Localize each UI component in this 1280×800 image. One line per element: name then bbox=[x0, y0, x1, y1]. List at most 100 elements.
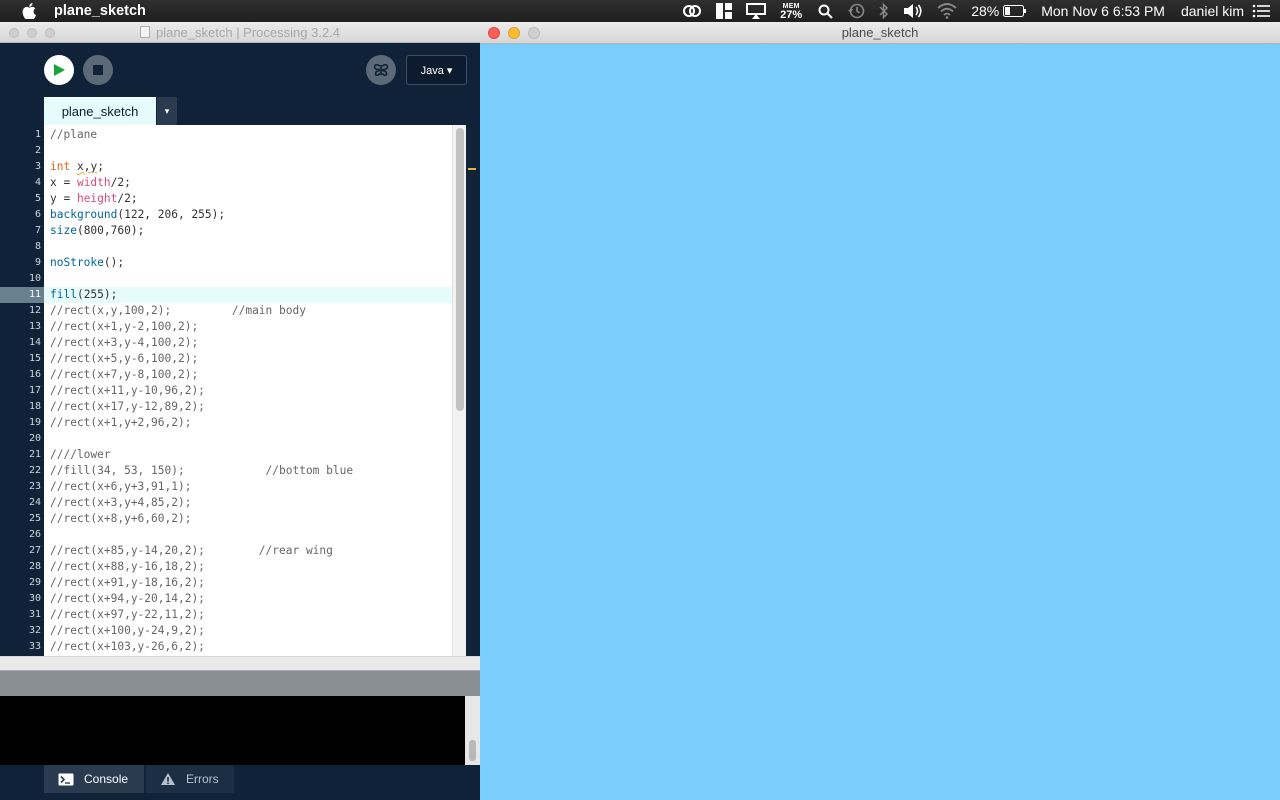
line-number: 29 bbox=[28, 577, 41, 588]
mode-selector[interactable]: Java ▾ bbox=[406, 55, 467, 85]
zoom-window-button[interactable] bbox=[45, 28, 55, 38]
stop-button[interactable] bbox=[83, 55, 113, 85]
code-line[interactable]: //rect(x+91,y-18,16,2); bbox=[44, 575, 452, 591]
code-line[interactable]: y = height/2; bbox=[44, 191, 452, 207]
run-button[interactable] bbox=[44, 55, 74, 85]
code-token: ; bbox=[97, 160, 104, 173]
line-number: 5 bbox=[34, 193, 41, 204]
code-line[interactable] bbox=[44, 239, 452, 255]
close-sketch-button[interactable] bbox=[488, 27, 500, 39]
console-scroll-thumb[interactable] bbox=[469, 740, 476, 761]
editor-horizontal-scrollbar[interactable] bbox=[0, 656, 480, 670]
code-line[interactable]: //rect(x+11,y-10,96,2); bbox=[44, 383, 452, 399]
code-line[interactable]: int x,y; bbox=[44, 159, 452, 175]
code-line[interactable]: x = width/2; bbox=[44, 175, 452, 191]
menu-clock[interactable]: Mon Nov 6 6:53 PM bbox=[1041, 3, 1165, 19]
code-line[interactable]: //rect(x+88,y-16,18,2); bbox=[44, 559, 452, 575]
code-line[interactable] bbox=[44, 527, 452, 543]
battery-icon[interactable] bbox=[1003, 0, 1027, 22]
code-line[interactable]: //rect(x+3,y-4,100,2); bbox=[44, 335, 452, 351]
line-number: 10 bbox=[28, 273, 41, 284]
warning-marker[interactable] bbox=[468, 168, 476, 170]
error-marker-column bbox=[466, 125, 480, 656]
code-line[interactable]: size(800,760); bbox=[44, 223, 452, 239]
code-line[interactable]: //rect(x+8,y+6,60,2); bbox=[44, 511, 452, 527]
notification-center-icon[interactable] bbox=[1252, 0, 1270, 22]
code-editor[interactable]: 1 2 3 4 5 6 7 8 9 10 11 12 13 14 15 16 17 18 19 20 21 22 23 24 2… bbox=[0, 125, 480, 656]
bottom-panel-tabs: Console Errors bbox=[0, 765, 480, 800]
code-line[interactable]: //rect(x+103,y-26,6,2); bbox=[44, 639, 452, 655]
sketch-canvas[interactable] bbox=[480, 44, 1280, 800]
code-line[interactable]: //rect(x+5,y-6,100,2); bbox=[44, 351, 452, 367]
processing-ide-window: plane_sketch | Processing 3.2.4 Java ▾ p… bbox=[0, 22, 480, 800]
code-line[interactable] bbox=[44, 143, 452, 159]
tab-console[interactable]: Console bbox=[44, 765, 144, 793]
ide-title-bar[interactable]: plane_sketch | Processing 3.2.4 bbox=[0, 22, 480, 43]
code-token: //rect(x+103,y-26,6,2); bbox=[50, 640, 205, 653]
code-token: background bbox=[50, 208, 118, 221]
close-window-button[interactable] bbox=[9, 28, 19, 38]
code-line[interactable]: //rect(x+85,y-14,20,2); //rear wing bbox=[44, 543, 452, 559]
code-line[interactable]: //rect(x+100,y-24,9,2); bbox=[44, 623, 452, 639]
code-line[interactable]: //rect(x+94,y-20,14,2); bbox=[44, 591, 452, 607]
console-output[interactable] bbox=[0, 696, 480, 765]
code-line[interactable]: //rect(x+1,y-2,100,2); bbox=[44, 319, 452, 335]
code-line[interactable]: //rect(x+7,y-8,100,2); bbox=[44, 367, 452, 383]
code-line[interactable]: fill(255); bbox=[44, 287, 452, 303]
code-line[interactable]: //fill(34, 53, 150); //bottom blue bbox=[44, 463, 452, 479]
user-name[interactable]: daniel kim bbox=[1181, 3, 1244, 19]
tab-plane-sketch[interactable]: plane_sketch bbox=[44, 97, 156, 125]
creative-cloud-icon[interactable] bbox=[682, 0, 702, 22]
tab-menu-arrow[interactable]: ▾ bbox=[157, 97, 177, 125]
code-text-area[interactable]: //plane int x,y; x = width/2; y = height/2;… bbox=[44, 125, 452, 656]
line-number: 4 bbox=[34, 177, 41, 188]
code-line[interactable]: //plane bbox=[44, 127, 452, 143]
code-line[interactable]: ////lower bbox=[44, 447, 452, 463]
code-line[interactable]: //rect(x+1,y+2,96,2); bbox=[44, 415, 452, 431]
line-number: 27 bbox=[28, 545, 41, 556]
code-token: size bbox=[50, 224, 77, 237]
code-token: //rect(x+6,y+3,91,1); bbox=[50, 480, 192, 493]
time-machine-icon[interactable] bbox=[847, 0, 865, 22]
tab-errors[interactable]: Errors bbox=[146, 765, 234, 793]
line-number: 25 bbox=[28, 513, 41, 524]
editor-scroll-thumb[interactable] bbox=[456, 128, 464, 411]
airplay-display-icon[interactable] bbox=[746, 0, 767, 22]
code-line[interactable]: background(122, 206, 255); bbox=[44, 207, 452, 223]
sketch-output-window: plane_sketch bbox=[480, 22, 1280, 800]
code-line[interactable]: //rect(x+97,y-22,11,2); bbox=[44, 607, 452, 623]
memory-monitor[interactable]: MEM 27% bbox=[780, 2, 802, 21]
code-token: (); bbox=[103, 256, 125, 269]
code-line[interactable] bbox=[44, 271, 452, 287]
code-line[interactable]: noStroke(); bbox=[44, 255, 452, 271]
zoom-sketch-button[interactable] bbox=[528, 27, 540, 39]
code-token: //rect(x+7,y-8,100,2); bbox=[50, 368, 199, 381]
active-app-name[interactable]: plane_sketch bbox=[54, 3, 146, 19]
code-line[interactable]: //rect(x,y,100,2); //main body bbox=[44, 303, 452, 319]
code-line[interactable]: //rect(x+3,y+4,85,2); bbox=[44, 495, 452, 511]
code-line[interactable]: //rect(x+17,y-12,89,2); bbox=[44, 399, 452, 415]
code-token: //rect(x+1,y+2,96,2); bbox=[50, 416, 192, 429]
play-icon bbox=[54, 64, 65, 76]
window-tiling-icon[interactable] bbox=[716, 0, 733, 22]
editor-vertical-scrollbar[interactable] bbox=[452, 125, 466, 656]
bluetooth-icon[interactable] bbox=[879, 0, 889, 22]
minimize-sketch-button[interactable] bbox=[508, 27, 520, 39]
console-scrollbar[interactable] bbox=[465, 696, 480, 765]
debug-button[interactable] bbox=[366, 55, 396, 85]
line-number: 24 bbox=[28, 497, 41, 508]
battery-percent[interactable]: 28% bbox=[971, 3, 999, 19]
line-number: 26 bbox=[28, 529, 41, 540]
console-divider[interactable] bbox=[0, 670, 480, 696]
spotlight-search-icon[interactable] bbox=[818, 0, 833, 22]
minimize-window-button[interactable] bbox=[27, 28, 37, 38]
apple-icon[interactable] bbox=[18, 0, 40, 22]
code-token: //rect(x+11,y-10,96,2); bbox=[50, 384, 205, 397]
code-line[interactable] bbox=[44, 431, 452, 447]
wifi-icon[interactable] bbox=[937, 0, 957, 22]
sketch-title-bar[interactable]: plane_sketch bbox=[480, 22, 1280, 44]
warning-triangle-icon bbox=[161, 773, 175, 785]
volume-icon[interactable] bbox=[903, 0, 923, 22]
sketch-window-controls bbox=[488, 27, 540, 39]
code-line[interactable]: //rect(x+6,y+3,91,1); bbox=[44, 479, 452, 495]
